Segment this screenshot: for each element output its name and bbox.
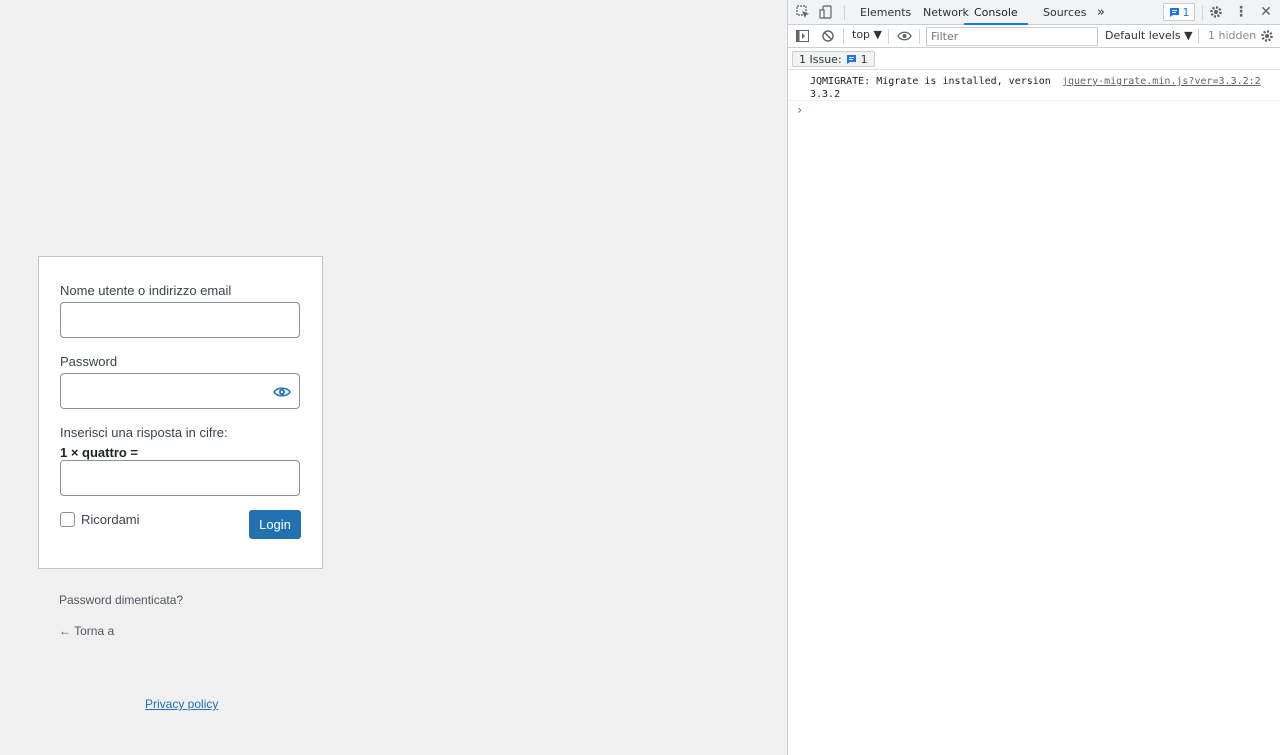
devtools-panel: Elements Network Console Sources » 1 ⋮ ✕… bbox=[787, 0, 1280, 755]
remember-me[interactable]: Ricordami bbox=[60, 512, 140, 527]
toolbar-separator bbox=[1198, 29, 1199, 44]
privacy-policy-link[interactable]: Privacy policy bbox=[145, 697, 218, 711]
hidden-messages-count: 1 hidden bbox=[1208, 29, 1257, 42]
username-input[interactable] bbox=[61, 303, 299, 337]
close-icon[interactable]: ✕ bbox=[1258, 4, 1274, 20]
captcha-input[interactable] bbox=[61, 461, 299, 495]
more-options-icon[interactable]: ⋮ bbox=[1233, 4, 1249, 20]
issues-bar: 1 Issue: 1 bbox=[788, 48, 1280, 70]
toolbar-separator bbox=[919, 29, 920, 44]
remember-label: Ricordami bbox=[81, 512, 140, 527]
console-prompt[interactable]: › bbox=[796, 103, 803, 117]
password-label: Password bbox=[60, 354, 118, 369]
login-page: Nome utente o indirizzo email Password I… bbox=[0, 0, 787, 755]
more-tabs-icon[interactable]: » bbox=[1097, 0, 1105, 25]
captcha-field[interactable] bbox=[60, 460, 300, 496]
console-message-text: JQMIGRATE: Migrate is installed, version… bbox=[810, 76, 1051, 100]
context-selector[interactable]: top ▼ bbox=[852, 28, 882, 41]
inspect-element-icon[interactable] bbox=[795, 4, 811, 20]
filter-input[interactable] bbox=[927, 28, 1097, 45]
filter-field[interactable] bbox=[926, 27, 1098, 46]
captcha-label: Inserisci una risposta in cifre: bbox=[60, 425, 228, 440]
sidebar-toggle-icon[interactable] bbox=[794, 28, 810, 44]
console-toolbar: top ▼ Default levels ▼ 1 hidden bbox=[788, 25, 1280, 48]
password-input[interactable] bbox=[61, 374, 299, 408]
message-icon bbox=[846, 54, 856, 64]
console-message: JQMIGRATE: Migrate is installed, version… bbox=[788, 71, 1280, 101]
tab-network[interactable]: Network bbox=[923, 0, 969, 25]
live-expression-eye-icon[interactable] bbox=[896, 28, 912, 44]
issues-badge-count: 1 bbox=[1182, 5, 1190, 19]
log-levels-dropdown[interactable]: Default levels ▼ bbox=[1105, 29, 1193, 42]
issues-badge[interactable]: 1 bbox=[1163, 3, 1195, 21]
toolbar-separator bbox=[843, 29, 844, 44]
password-field[interactable] bbox=[60, 373, 300, 409]
login-form: Nome utente o indirizzo email Password I… bbox=[38, 256, 323, 569]
login-button[interactable]: Login bbox=[249, 510, 301, 539]
issues-chip-count: 1 bbox=[860, 52, 868, 66]
back-to-site-link[interactable]: ← Torna a bbox=[59, 624, 114, 638]
tab-sources[interactable]: Sources bbox=[1043, 0, 1087, 25]
issues-chip[interactable]: 1 Issue: 1 bbox=[792, 51, 875, 67]
console-message-source-link[interactable]: jquery-migrate.min.js?ver=3.3.2:2 bbox=[1062, 75, 1261, 88]
message-icon bbox=[1169, 7, 1179, 17]
username-field[interactable] bbox=[60, 302, 300, 338]
lost-password-link[interactable]: Password dimenticata? bbox=[59, 593, 183, 607]
tab-separator bbox=[1202, 5, 1203, 20]
devtools-tabbar: Elements Network Console Sources » 1 ⋮ ✕ bbox=[788, 0, 1280, 25]
remember-checkbox[interactable] bbox=[60, 512, 75, 527]
tab-elements[interactable]: Elements bbox=[860, 0, 911, 25]
issues-chip-label: 1 Issue: bbox=[799, 52, 842, 66]
device-toolbar-icon[interactable] bbox=[818, 4, 834, 20]
clear-console-icon[interactable] bbox=[820, 28, 836, 44]
username-label: Nome utente o indirizzo email bbox=[60, 283, 232, 298]
show-password-icon[interactable] bbox=[273, 383, 291, 401]
toolbar-separator bbox=[888, 29, 889, 44]
console-settings-gear-icon[interactable] bbox=[1259, 28, 1275, 44]
captcha-question: 1 × quattro = bbox=[60, 445, 139, 460]
tab-separator bbox=[844, 5, 845, 20]
settings-gear-icon[interactable] bbox=[1208, 4, 1224, 20]
tab-console[interactable]: Console bbox=[964, 0, 1028, 25]
